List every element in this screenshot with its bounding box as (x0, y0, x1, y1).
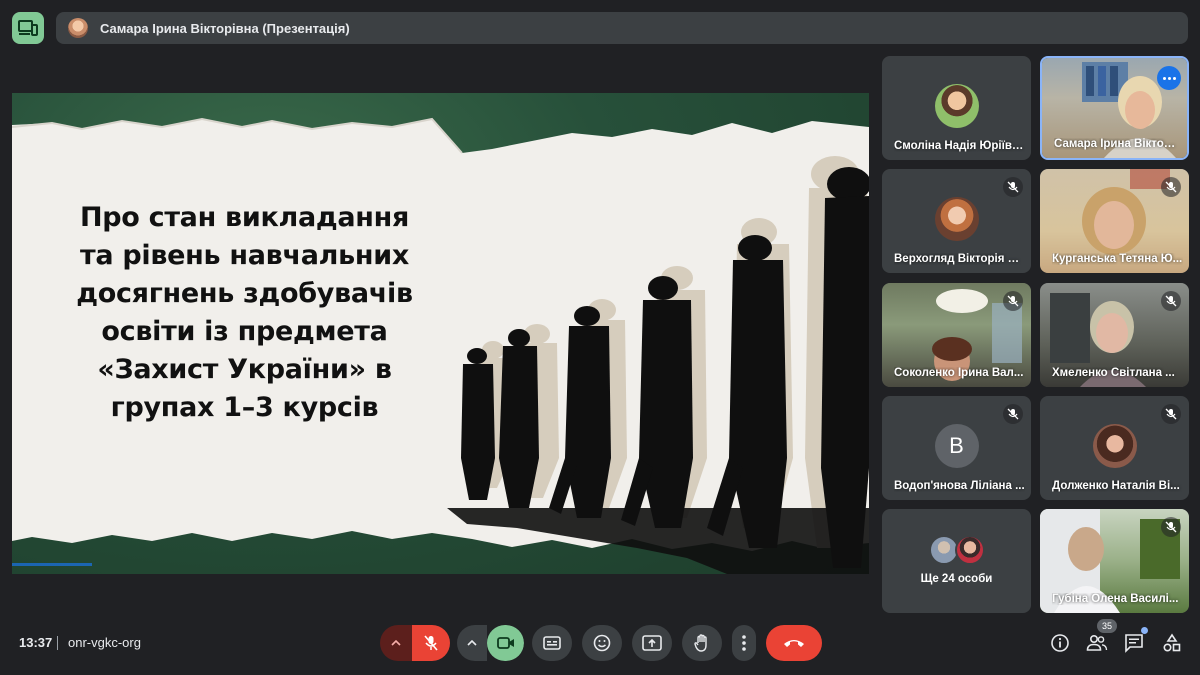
present-to-all-icon (642, 635, 662, 651)
soldiers-silhouette-image (447, 156, 869, 574)
participant-name: Верхогляд Вікторія О... (894, 253, 1025, 265)
participant-tile[interactable]: Верхогляд Вікторія О... (882, 169, 1031, 273)
participant-name: Соколенко Ірина Вал... (894, 367, 1024, 379)
chat-button[interactable] (1122, 631, 1146, 655)
more-vert-icon (742, 635, 746, 651)
slide-title-line: «Захист України» в (97, 354, 392, 385)
others-count-label: Ще 24 особи (920, 573, 993, 585)
more-options-button[interactable] (732, 625, 756, 661)
top-bar: Самара Ірина Вікторівна (Презентація) (0, 0, 1200, 56)
participant-avatar (954, 535, 985, 565)
participant-avatar (934, 84, 979, 128)
participant-initial-avatar: В (934, 424, 979, 468)
people-icon (1086, 634, 1108, 651)
slide-title-line: досягнень здобувачів (76, 278, 413, 309)
chat-notification-dot (1141, 627, 1148, 634)
captions-button[interactable] (532, 625, 572, 661)
slide-title-line: Про стан викладання (79, 202, 410, 233)
reactions-button[interactable] (582, 625, 622, 661)
participant-name: Водоп'янова Ліліана ... (894, 480, 1025, 492)
more-options-icon[interactable] (1157, 66, 1181, 90)
participant-name: Губіна Олена Василі... (1052, 593, 1179, 605)
participant-tile[interactable]: Соколенко Ірина Вал... (882, 283, 1031, 387)
participant-tile[interactable]: Хмеленко Світлана ... (1040, 283, 1189, 387)
divider (57, 636, 58, 650)
participant-avatar (1092, 424, 1137, 468)
participant-tile[interactable]: Губіна Олена Василі... (1040, 509, 1189, 613)
slide-title-line: освіти із предмета (101, 316, 388, 347)
chevron-up-icon (467, 640, 477, 646)
chat-icon (1125, 634, 1143, 653)
participant-count-badge: 35 (1097, 619, 1117, 633)
others-avatar-stack (927, 535, 987, 565)
info-icon (1051, 634, 1069, 652)
participant-name: Курганська Тетяна Ю... (1052, 253, 1183, 265)
presenter-title: Самара Ірина Вікторівна (Презентація) (100, 20, 350, 36)
presenter-avatar (68, 18, 88, 38)
devices-icon (18, 20, 38, 36)
people-button[interactable] (1085, 631, 1109, 655)
participant-name: Самара Ірина Вікторі... (1054, 138, 1181, 150)
mic-off-icon (1161, 517, 1181, 537)
raise-hand-button[interactable] (682, 625, 722, 661)
participant-name: Смоліна Надія Юріївна (894, 140, 1025, 152)
participant-tile[interactable]: Смоліна Надія Юріївна (882, 56, 1031, 160)
presentation-stage[interactable]: Про стан викладання та рівень навчальних… (12, 93, 869, 574)
chevron-up-icon (391, 640, 401, 646)
mic-off-icon (1003, 404, 1023, 424)
audio-options-button[interactable] (380, 625, 412, 661)
present-screen-button[interactable] (632, 625, 672, 661)
activities-button[interactable] (1160, 631, 1184, 655)
mic-toggle-button[interactable] (412, 625, 450, 661)
bottom-control-bar: 13:37 onr-vgkc-org 35 (0, 610, 1200, 675)
participant-tile-presenter[interactable]: Самара Ірина Вікторі... (1040, 56, 1189, 160)
slide-title-line: групах 1–3 курсів (110, 392, 379, 423)
camera-toggle-button[interactable] (487, 625, 524, 661)
hand-icon (694, 634, 707, 652)
meeting-code[interactable]: onr-vgkc-org (68, 635, 141, 650)
meeting-details-button[interactable] (1048, 631, 1072, 655)
mic-control-group (380, 625, 450, 661)
video-camera-icon (496, 637, 514, 649)
emoji-icon (593, 634, 611, 652)
participant-tile[interactable]: Долженко Наталія Ві... (1040, 396, 1189, 500)
slide-progress-bar (12, 563, 92, 566)
video-options-button[interactable] (457, 625, 487, 661)
slide-title: Про стан викладання та рівень навчальних… (32, 199, 457, 427)
mic-off-icon (424, 635, 438, 651)
leave-call-button[interactable] (766, 625, 822, 661)
participant-name: Хмеленко Світлана ... (1052, 367, 1175, 379)
participant-avatar (934, 197, 979, 241)
mic-off-icon (1003, 177, 1023, 197)
presenter-info-bar[interactable]: Самара Ірина Вікторівна (Презентація) (56, 12, 1188, 44)
mic-off-icon (1161, 291, 1181, 311)
call-end-icon (784, 640, 804, 647)
others-tile[interactable]: Ще 24 особи (882, 509, 1031, 613)
mic-off-icon (1003, 291, 1023, 311)
participant-tile[interactable]: Курганська Тетяна Ю... (1040, 169, 1189, 273)
participant-name: Долженко Наталія Ві... (1052, 480, 1180, 492)
layout-toggle-button[interactable] (12, 12, 44, 44)
clock-time: 13:37 (19, 635, 53, 650)
mic-off-icon (1161, 404, 1181, 424)
closed-captions-icon (543, 636, 561, 650)
participant-tile[interactable]: В Водоп'янова Ліліана ... (882, 396, 1031, 500)
activities-icon (1163, 633, 1181, 652)
slide-title-line: та рівень навчальних (80, 240, 409, 271)
camera-control-group (457, 625, 524, 661)
mic-off-icon (1161, 177, 1181, 197)
